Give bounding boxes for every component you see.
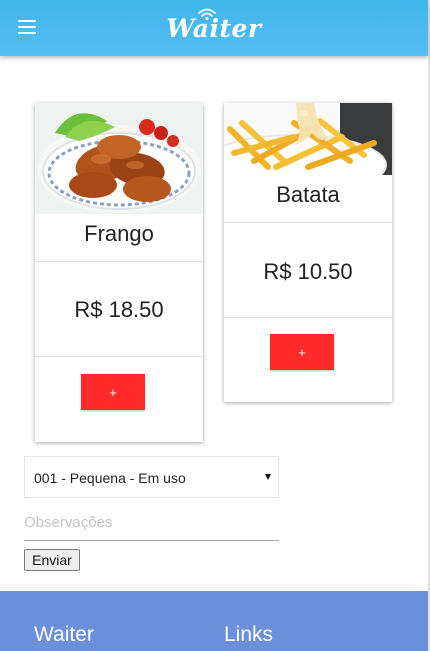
brand-name-wrap: Waiter [166,8,261,43]
top-navbar: Waiter [0,0,428,56]
product-price: R$ 18.50 [74,297,164,322]
french-fries-photo [224,103,392,175]
product-image [35,103,203,214]
caret-down-icon [265,474,271,480]
product-card: Frango R$ 18.50 + [35,103,203,442]
app-root: Waiter Frango R$ 18.50 + Batata R$ 10.50… [0,0,430,651]
observations-input[interactable] [24,505,279,541]
table-select[interactable]: 001 - Pequena - Em uso [24,456,279,498]
submit-order-button[interactable]: Enviar [24,549,80,571]
site-footer: Waiter Links [0,591,428,651]
product-name: Batata [276,182,340,207]
add-to-order-button[interactable]: + [270,334,334,370]
product-price: R$ 10.50 [263,259,353,284]
card-divider [35,356,203,357]
product-name: Frango [84,221,154,246]
footer-brand-heading: Waiter [34,623,94,646]
card-divider [224,317,392,318]
wifi-icon [198,8,217,20]
card-divider [224,222,392,223]
footer-links-heading: Links [224,623,274,646]
brand-logo[interactable]: Waiter [0,0,428,56]
card-divider [35,261,203,262]
table-select-value: 001 - Pequena - Em uso [34,470,186,486]
roasted-chicken-photo [35,103,203,214]
product-image [224,103,392,175]
add-to-order-button[interactable]: + [81,374,145,410]
product-card: Batata R$ 10.50 + [224,103,392,402]
